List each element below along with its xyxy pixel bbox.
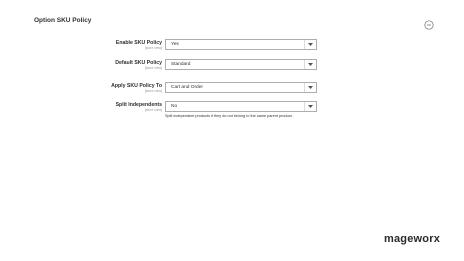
config-page: Option SKU Policy Enable SKU Policy [sto…	[0, 0, 464, 261]
chevron-down-icon[interactable]	[304, 60, 316, 69]
select-value: Yes	[171, 42, 179, 47]
select-value: No	[171, 104, 178, 109]
collapse-circle-icon[interactable]	[424, 17, 434, 30]
apply-sku-policy-to-select[interactable]: Cart and Order	[165, 82, 317, 93]
enable-sku-policy-select[interactable]: Yes	[165, 39, 317, 50]
split-independents-select[interactable]: No	[165, 101, 317, 112]
field-note: Split independent products if they do no…	[165, 114, 293, 118]
field-label-group: Apply SKU Policy To [store view]	[111, 83, 162, 93]
field-row-enable-sku-policy: Enable SKU Policy [store view] Yes	[0, 38, 464, 58]
chevron-down-icon[interactable]	[304, 40, 316, 49]
field-row-default-sku-policy: Default SKU Policy [store view] Standard	[0, 58, 464, 78]
chevron-down-icon[interactable]	[304, 83, 316, 92]
field-scope: [store view]	[144, 89, 162, 93]
section-title: Option SKU Policy	[34, 17, 92, 24]
field-scope: [store view]	[144, 46, 162, 50]
mageworx-logo: mageworx	[384, 233, 441, 245]
field-scope: [store view]	[144, 66, 162, 70]
chevron-down-icon[interactable]	[304, 102, 316, 111]
select-value: Standard	[171, 62, 191, 67]
section-header[interactable]: Option SKU Policy	[34, 17, 434, 31]
field-row-apply-sku-policy-to: Apply SKU Policy To [store view] Cart an…	[0, 81, 464, 101]
field-label-group: Enable SKU Policy [store view]	[116, 40, 162, 50]
field-scope: [store view]	[144, 108, 162, 112]
field-row-split-independents: Split Independents [store view] No Split…	[0, 100, 464, 132]
default-sku-policy-select[interactable]: Standard	[165, 59, 317, 70]
field-label-group: Default SKU Policy [store view]	[115, 60, 162, 70]
field-label-group: Split Independents [store view]	[116, 102, 162, 112]
select-value: Cart and Order	[171, 85, 203, 90]
